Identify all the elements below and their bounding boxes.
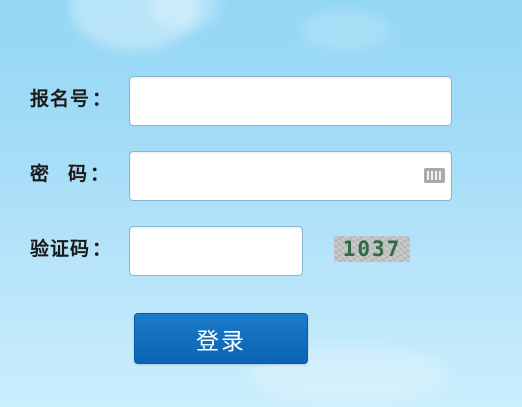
captcha-label-text: 验证码 — [30, 238, 91, 260]
captcha-input[interactable] — [129, 226, 303, 276]
background-cloud — [300, 10, 390, 50]
captcha-image-text: 1037 — [342, 237, 402, 261]
password-label-char2: 码 — [68, 163, 89, 185]
password-label: 密码： — [30, 163, 110, 185]
keyboard-icon[interactable] — [424, 168, 445, 183]
password-label-colon: ： — [90, 163, 111, 185]
captcha-label-colon: ： — [92, 238, 113, 260]
username-label: 报名号： — [30, 88, 112, 110]
username-input[interactable] — [129, 76, 452, 126]
login-button[interactable]: 登录 — [134, 313, 308, 364]
password-input[interactable] — [129, 151, 452, 201]
username-label-colon: ： — [92, 88, 113, 110]
captcha-label: 验证码： — [30, 238, 112, 260]
username-label-text: 报名号 — [30, 88, 91, 110]
captcha-image[interactable]: 1037 — [334, 236, 410, 262]
password-label-char1: 密 — [30, 163, 51, 185]
